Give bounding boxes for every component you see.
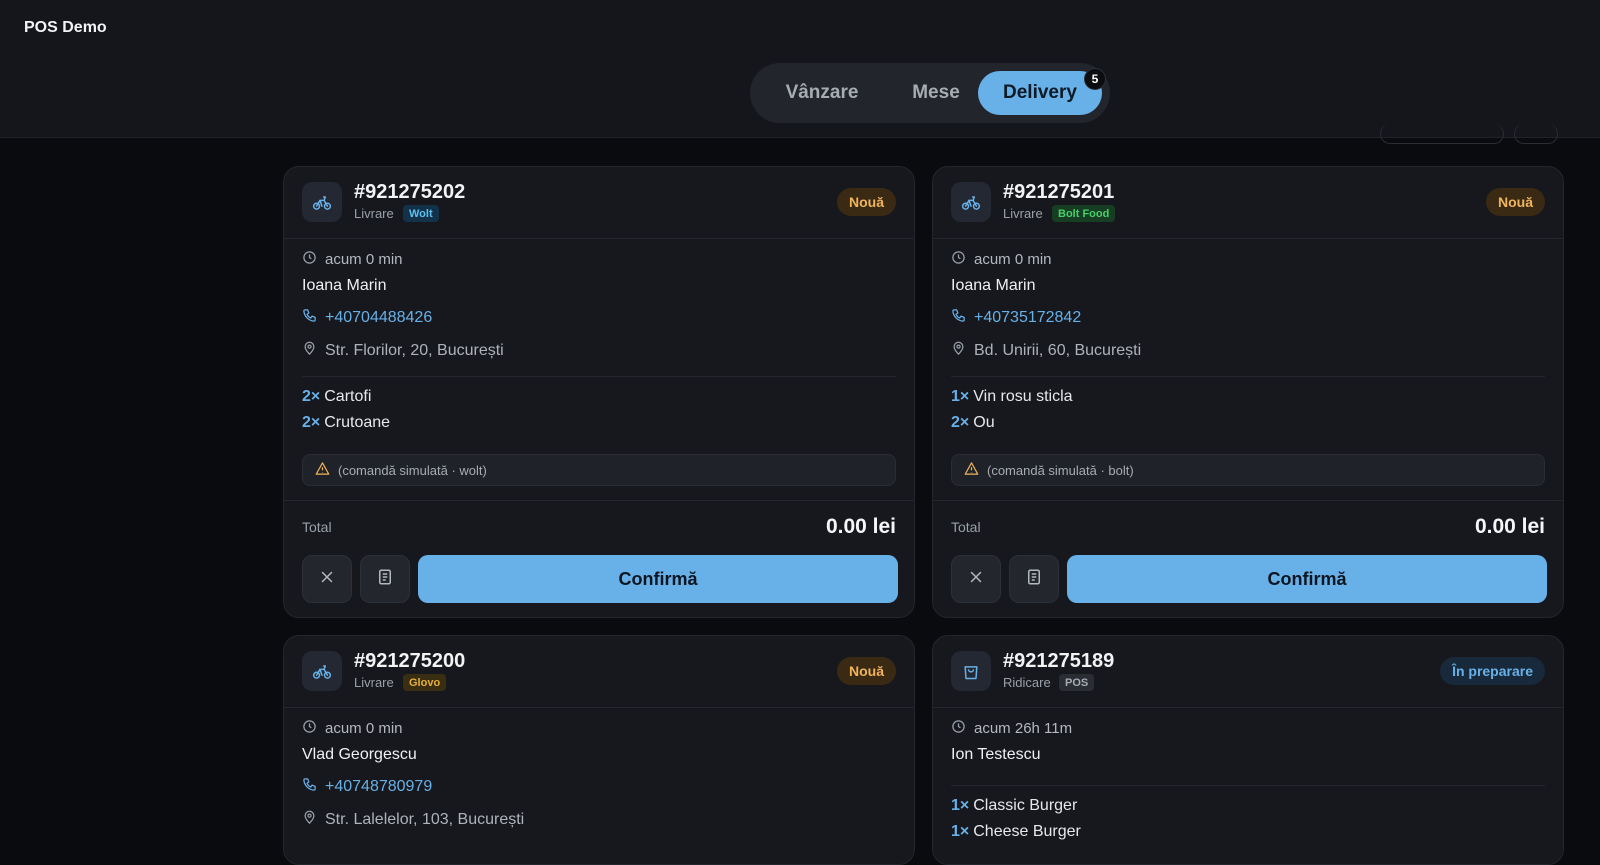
top-bar: POS Demo Vânzare Mese Delivery 5 bbox=[0, 0, 1600, 144]
address-row: Bd. Unirii, 60, București bbox=[951, 341, 1141, 360]
address-row: Str. Lalelelor, 103, București bbox=[302, 810, 524, 829]
order-time: acum 0 min bbox=[951, 250, 1052, 269]
platform-badge: Glovo bbox=[403, 674, 447, 691]
app-title: POS Demo bbox=[24, 19, 107, 36]
order-card-header: #921275201 Livrare Bolt Food Nouă bbox=[933, 167, 1563, 239]
platform-badge: Bolt Food bbox=[1052, 205, 1116, 222]
order-id: #921275201 bbox=[1003, 181, 1115, 203]
phone-link[interactable]: +40748780979 bbox=[325, 778, 432, 796]
warning-icon bbox=[964, 461, 987, 479]
clock-icon bbox=[302, 250, 325, 269]
order-card-header: #921275202 Livrare Wolt Nouă bbox=[284, 167, 914, 239]
address-row: Str. Florilor, 20, București bbox=[302, 341, 504, 360]
close-icon bbox=[318, 568, 336, 591]
divider bbox=[951, 376, 1545, 377]
status-badge: În preparare bbox=[1440, 657, 1545, 685]
tab-mese[interactable]: Mese bbox=[886, 71, 986, 115]
map-pin-icon bbox=[302, 341, 325, 360]
receipt-button[interactable] bbox=[360, 555, 410, 603]
reject-button[interactable] bbox=[302, 555, 352, 603]
order-card-header: #921275200 Livrare Glovo Nouă bbox=[284, 636, 914, 708]
order-card: #921275201 Livrare Bolt Food Nouă acum 0… bbox=[932, 166, 1564, 618]
bicycle-icon bbox=[951, 182, 991, 222]
order-type: Livrare bbox=[1003, 206, 1043, 221]
map-pin-icon bbox=[951, 341, 974, 360]
status-badge: Nouă bbox=[837, 188, 896, 216]
divider bbox=[284, 500, 914, 501]
platform-badge: POS bbox=[1059, 674, 1095, 691]
phone-link[interactable]: +40704488426 bbox=[325, 309, 432, 327]
phone-link[interactable]: +40735172842 bbox=[974, 309, 1081, 327]
order-time: acum 0 min bbox=[302, 719, 403, 738]
mode-switcher: Vânzare Mese Delivery 5 bbox=[750, 63, 1110, 123]
hidden-toolbar-icon-button[interactable] bbox=[1514, 124, 1558, 144]
clock-icon bbox=[951, 719, 974, 738]
total-value: 0.00 lei bbox=[1474, 515, 1545, 538]
order-note: (comandă simulată · wolt) bbox=[302, 454, 896, 486]
phone-icon bbox=[951, 308, 974, 327]
order-type: Ridicare bbox=[1003, 675, 1051, 690]
order-card-header: #921275189 Ridicare POS În preparare bbox=[933, 636, 1563, 708]
delivery-count-badge: 5 bbox=[1084, 68, 1106, 90]
confirm-button[interactable]: Confirmă bbox=[1067, 555, 1547, 603]
shopping-bag-icon bbox=[951, 651, 991, 691]
receipt-icon bbox=[376, 568, 394, 591]
customer-name: Ion Testescu bbox=[951, 746, 1041, 763]
order-item: 2× Ou bbox=[951, 414, 995, 431]
order-time: acum 26h 11m bbox=[951, 719, 1072, 738]
clock-icon bbox=[302, 719, 325, 738]
customer-name: Vlad Georgescu bbox=[302, 746, 417, 763]
bicycle-icon bbox=[302, 651, 342, 691]
bicycle-icon bbox=[302, 182, 342, 222]
phone-row: +40704488426 bbox=[302, 308, 432, 327]
total-label: Total bbox=[951, 519, 981, 535]
divider bbox=[951, 785, 1545, 786]
customer-name: Ioana Marin bbox=[951, 277, 1036, 294]
order-id: #921275189 bbox=[1003, 650, 1115, 672]
customer-name: Ioana Marin bbox=[302, 277, 387, 294]
order-card: #921275189 Ridicare POS În preparare acu… bbox=[932, 635, 1564, 865]
order-item: 2× Crutoane bbox=[302, 414, 391, 431]
order-card: #921275200 Livrare Glovo Nouă acum 0 min… bbox=[283, 635, 915, 865]
map-pin-icon bbox=[302, 810, 325, 829]
phone-icon bbox=[302, 308, 325, 327]
total-label: Total bbox=[302, 519, 332, 535]
hidden-toolbar-button[interactable] bbox=[1380, 124, 1504, 144]
order-type: Livrare bbox=[354, 675, 394, 690]
warning-icon bbox=[315, 461, 338, 479]
receipt-icon bbox=[1025, 568, 1043, 591]
close-icon bbox=[967, 568, 985, 591]
status-badge: Nouă bbox=[1486, 188, 1545, 216]
receipt-button[interactable] bbox=[1009, 555, 1059, 603]
platform-badge: Wolt bbox=[403, 205, 439, 222]
clock-icon bbox=[951, 250, 974, 269]
divider bbox=[933, 500, 1563, 501]
order-time: acum 0 min bbox=[302, 250, 403, 269]
phone-row: +40735172842 bbox=[951, 308, 1081, 327]
total-value: 0.00 lei bbox=[825, 515, 896, 538]
order-item: 1× Cheese Burger bbox=[951, 823, 1081, 840]
order-card: #921275202 Livrare Wolt Nouă acum 0 min … bbox=[283, 166, 915, 618]
order-item: 1× Vin rosu sticla bbox=[951, 388, 1073, 405]
order-note: (comandă simulată · bolt) bbox=[951, 454, 1545, 486]
reject-button[interactable] bbox=[951, 555, 1001, 603]
status-badge: Nouă bbox=[837, 657, 896, 685]
phone-icon bbox=[302, 777, 325, 796]
order-item: 2× Cartofi bbox=[302, 388, 372, 405]
order-item: 1× Classic Burger bbox=[951, 797, 1078, 814]
order-type: Livrare bbox=[354, 206, 394, 221]
tab-vanzare[interactable]: Vânzare bbox=[758, 71, 886, 115]
confirm-button[interactable]: Confirmă bbox=[418, 555, 898, 603]
divider bbox=[302, 376, 896, 377]
order-id: #921275200 bbox=[354, 650, 466, 672]
order-id: #921275202 bbox=[354, 181, 466, 203]
phone-row: +40748780979 bbox=[302, 777, 432, 796]
